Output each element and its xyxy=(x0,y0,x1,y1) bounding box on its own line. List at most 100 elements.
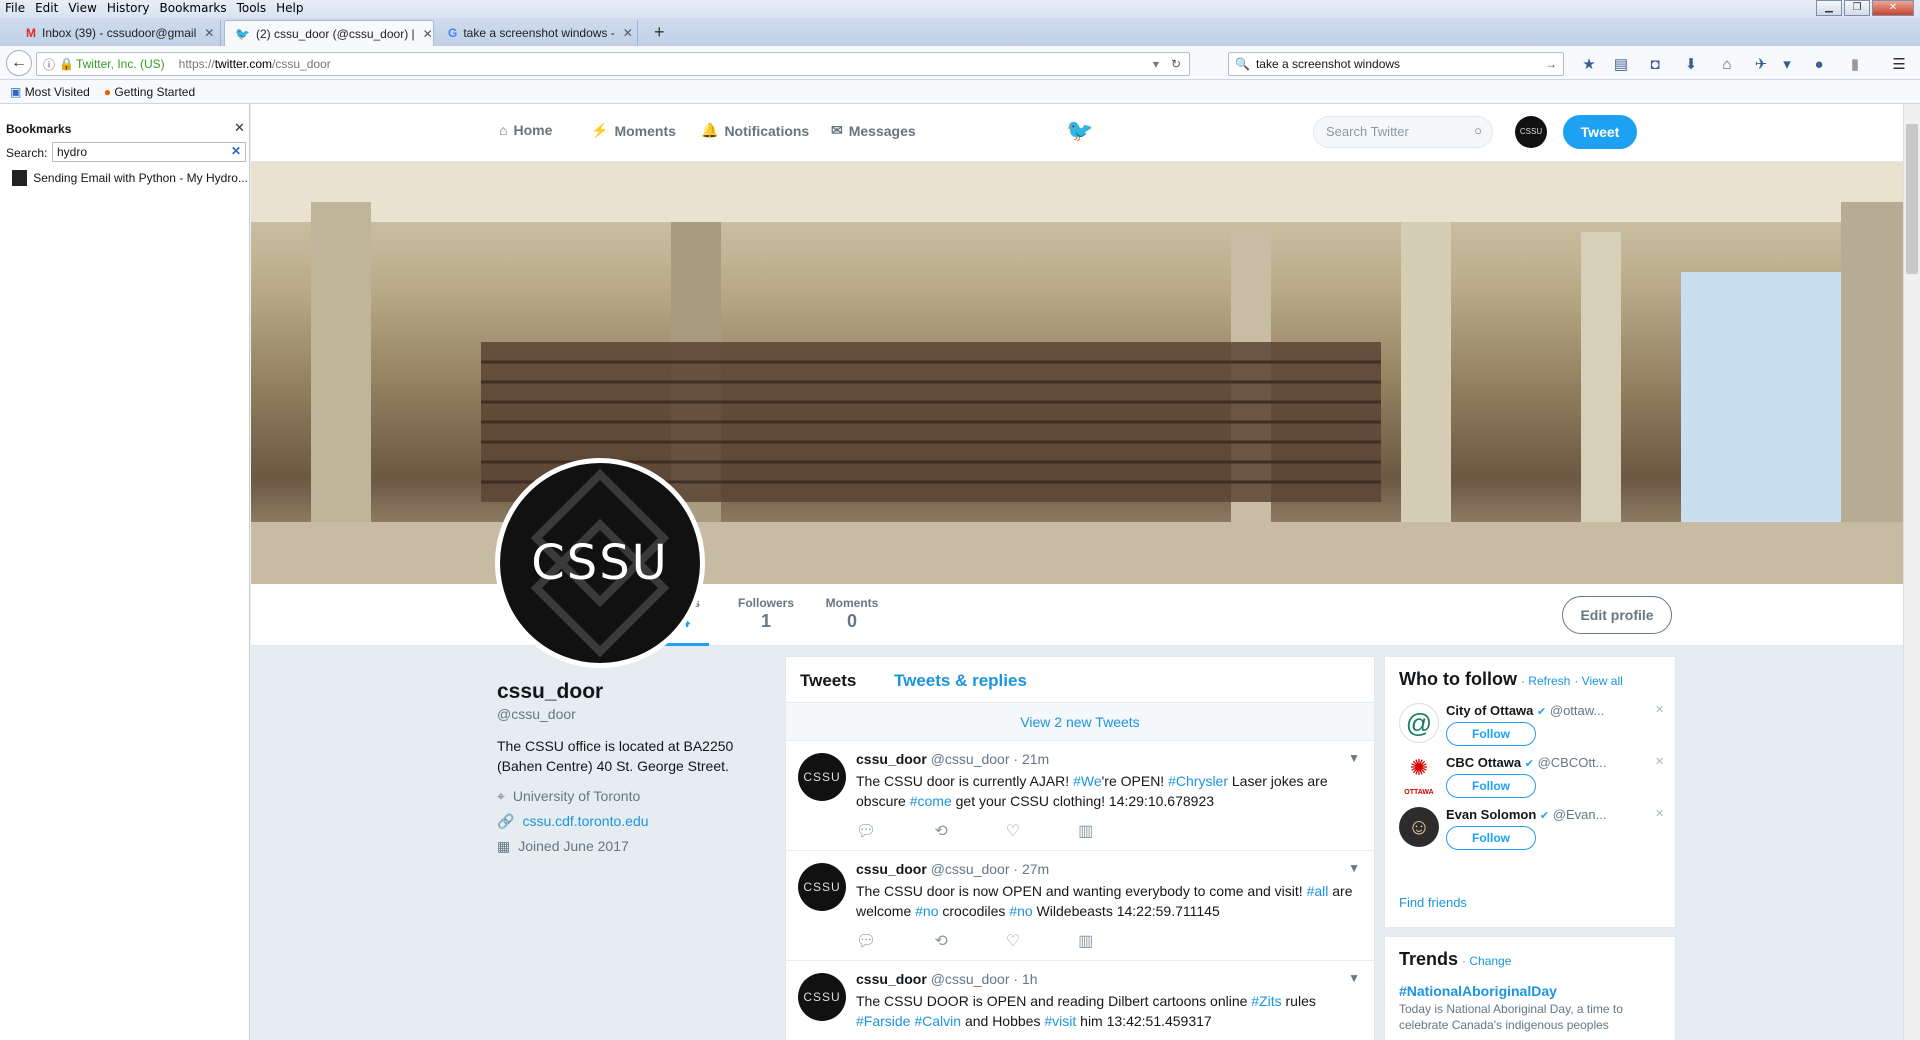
page-scrollbar[interactable] xyxy=(1903,104,1920,1040)
follow-button[interactable]: Follow xyxy=(1446,826,1536,850)
wtf-account-handle[interactable]: @CBCOtt... xyxy=(1538,755,1607,770)
tweet[interactable]: CSSU cssu_door @cssu_door · 21m ▼ The CSSU … xyxy=(786,741,1374,851)
wtf-account-name[interactable]: CBC Ottawa xyxy=(1446,755,1521,770)
tweet-timestamp[interactable]: · 27m xyxy=(1013,861,1049,877)
sync-icon[interactable]: ● xyxy=(1810,56,1828,74)
hashtag-link[interactable]: #no xyxy=(915,903,938,919)
download-icon[interactable]: ⬇ xyxy=(1682,56,1700,74)
close-sidebar-icon[interactable]: ✕ xyxy=(234,120,245,136)
tweet-author-name[interactable]: cssu_door xyxy=(856,751,927,767)
tweet-author-name[interactable]: cssu_door xyxy=(856,861,927,877)
getting-started-bookmark[interactable]: ● Getting Started xyxy=(104,85,195,99)
wtf-account-name[interactable]: Evan Solomon xyxy=(1446,807,1536,822)
account-avatar[interactable]: CSSU xyxy=(1515,116,1547,148)
scrollbar-thumb[interactable] xyxy=(1906,124,1918,274)
chevron-down-icon[interactable]: ▼ xyxy=(1348,751,1360,765)
person-avatar-icon[interactable]: ☺ xyxy=(1399,807,1439,847)
menu-tools[interactable]: Tools xyxy=(232,0,272,18)
wtf-account-name[interactable]: City of Ottawa xyxy=(1446,703,1533,718)
find-friends-link[interactable]: Find friends xyxy=(1399,895,1467,910)
analytics-icon[interactable]: ▥ xyxy=(1078,821,1093,841)
nav-home[interactable]: ⌂ Home xyxy=(499,122,552,138)
tab-twitter[interactable]: 🐦 (2) cssu_door (@cssu_door) | ✕ xyxy=(224,20,434,46)
hashtag-link[interactable]: #visit xyxy=(1044,1013,1076,1029)
hashtag-link[interactable]: #We xyxy=(1073,773,1102,789)
hamburger-menu-icon[interactable]: ☰ xyxy=(1890,56,1908,74)
info-icon[interactable]: ⓘ xyxy=(43,56,55,73)
close-window-button[interactable]: ✕ xyxy=(1872,0,1914,16)
edit-profile-button[interactable]: Edit profile xyxy=(1562,596,1672,634)
hashtag-link[interactable]: #Farside xyxy=(856,1013,910,1029)
wtf-account-handle[interactable]: @ottaw... xyxy=(1550,703,1604,718)
menu-view[interactable]: View xyxy=(63,0,101,18)
twitter-search-input[interactable]: Search Twitter ○ xyxy=(1313,116,1493,148)
tab-tweets[interactable]: Tweets xyxy=(800,671,856,691)
cbc-ottawa-logo-icon[interactable]: ✺ OTTAWA xyxy=(1399,755,1439,796)
retweet-icon[interactable]: ⟲ xyxy=(934,931,947,951)
tweet[interactable]: CSSU cssu_door @cssu_door · 27m ▼ The CSSU … xyxy=(786,851,1374,961)
nav-messages[interactable]: ✉ Messages xyxy=(831,122,916,139)
close-tab-icon[interactable]: ✕ xyxy=(623,26,633,40)
analytics-icon[interactable]: ▥ xyxy=(1078,931,1093,951)
home-icon[interactable]: ⌂ xyxy=(1718,56,1736,74)
new-tweets-bar[interactable]: View 2 new Tweets xyxy=(786,703,1374,741)
follow-button[interactable]: Follow xyxy=(1446,722,1536,746)
like-heart-icon[interactable]: ♡ xyxy=(1006,931,1020,951)
menu-bookmarks[interactable]: Bookmarks xyxy=(155,0,232,18)
dismiss-icon[interactable]: ✕ xyxy=(1655,755,1664,768)
twitter-bird-icon[interactable]: 🐦 xyxy=(1066,118,1093,144)
wtf-account-handle[interactable]: @Evan... xyxy=(1553,807,1607,822)
hashtag-link[interactable]: #Zits xyxy=(1251,993,1281,1009)
profile-website[interactable]: 🔗 cssu.cdf.toronto.edu xyxy=(497,813,757,830)
tweet-avatar[interactable]: CSSU xyxy=(798,973,846,1021)
tweet-author-name[interactable]: cssu_door xyxy=(856,971,927,987)
website-text[interactable]: cssu.cdf.toronto.edu xyxy=(522,813,648,830)
hashtag-link[interactable]: #all xyxy=(1307,883,1329,899)
menu-help[interactable]: Help xyxy=(271,0,308,18)
close-tab-icon[interactable]: ✕ xyxy=(423,27,433,41)
nav-moments[interactable]: ⚡ Moments xyxy=(591,122,676,139)
chevron-down-icon[interactable]: ▾ xyxy=(1778,56,1796,74)
follow-button-label[interactable]: Follow xyxy=(1446,774,1536,798)
close-tab-icon[interactable]: ✕ xyxy=(204,26,214,40)
hashtag-link[interactable]: #no xyxy=(1009,903,1032,919)
wtf-refresh-link[interactable]: · Refresh xyxy=(1521,674,1570,688)
profile-name[interactable]: cssu_door xyxy=(497,680,757,704)
reload-icon[interactable]: ↻ xyxy=(1171,57,1181,71)
new-tab-button[interactable]: + xyxy=(654,22,665,43)
trends-change-link[interactable]: · Change xyxy=(1462,954,1511,968)
stat-moments[interactable]: Moments 0 xyxy=(817,596,887,632)
profile-handle[interactable]: @cssu_door xyxy=(497,706,757,722)
tweet-avatar[interactable]: CSSU xyxy=(798,863,846,911)
follow-button[interactable]: Follow xyxy=(1446,774,1536,798)
web-search-box[interactable]: 🔍 take a screenshot windows → xyxy=(1228,52,1564,76)
dismiss-icon[interactable]: ✕ xyxy=(1655,703,1664,716)
url-bar[interactable]: ⓘ 🔒 Twitter, Inc. (US) https://twitter.c… xyxy=(36,52,1190,76)
wtf-account[interactable]: ☺ Evan Solomon ✔ @Evan... ✕ Follow xyxy=(1399,807,1669,869)
site-identity[interactable]: Twitter, Inc. (US) xyxy=(76,57,165,71)
chevron-down-icon[interactable]: ▼ xyxy=(1348,971,1360,985)
dismiss-icon[interactable]: ✕ xyxy=(1655,807,1664,820)
chevron-down-icon[interactable]: ▼ xyxy=(1348,861,1360,875)
tab-inbox[interactable]: M Inbox (39) - cssudoor@gmail ✕ xyxy=(16,20,221,46)
clear-search-icon[interactable]: ✕ xyxy=(231,144,241,158)
pocket-icon[interactable]: ◘ xyxy=(1646,56,1664,74)
sidebar-search-input[interactable]: hydro ✕ xyxy=(52,142,246,162)
tweet-timestamp[interactable]: · 21m xyxy=(1013,751,1049,767)
tab-tweets-replies[interactable]: Tweets & replies xyxy=(894,671,1027,691)
tweet-author-handle[interactable]: @cssu_door xyxy=(931,751,1010,767)
tweet-avatar[interactable]: CSSU xyxy=(798,753,846,801)
extension-icon[interactable]: ✈ xyxy=(1752,56,1770,74)
tweet-timestamp[interactable]: · 1h xyxy=(1013,971,1037,987)
stat-followers[interactable]: Followers 1 xyxy=(731,596,801,632)
nav-notifications[interactable]: 🔔 Notifications xyxy=(701,122,809,139)
profile-avatar[interactable]: CSSU xyxy=(495,458,705,668)
trend-tag[interactable]: #NationalAboriginalDay xyxy=(1399,983,1661,999)
menu-history[interactable]: History xyxy=(102,0,155,18)
reply-icon[interactable]: 💬︎ xyxy=(856,931,876,951)
search-go-icon[interactable]: → xyxy=(1545,57,1557,71)
hashtag-link[interactable]: #Chrysler xyxy=(1168,773,1228,789)
back-button[interactable]: ← xyxy=(6,50,32,76)
sidebar-toggle-icon[interactable]: ▮ xyxy=(1846,56,1864,74)
maximize-button[interactable]: ❐ xyxy=(1844,0,1870,16)
